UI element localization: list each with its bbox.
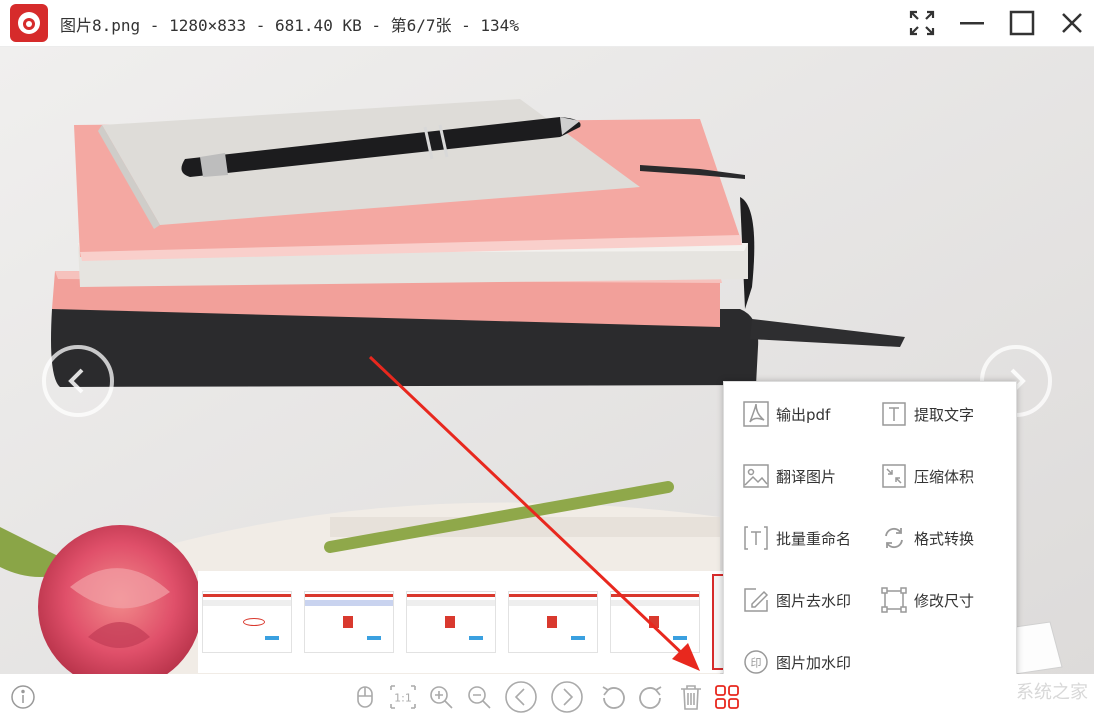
- format-convert-icon: [885, 527, 903, 549]
- menu-item-label: 修改尺寸: [914, 591, 975, 610]
- more-tools-icon: [715, 685, 739, 709]
- add-watermark-icon: 印: [744, 650, 768, 674]
- mouse-icon: [357, 686, 373, 708]
- app-logo: [10, 4, 48, 42]
- actual-size-icon: 1:1: [390, 685, 416, 709]
- close-icon: [1062, 13, 1082, 33]
- window-title: 图片8.png - 1280×833 - 681.40 KB - 第6/7张 -…: [60, 16, 519, 35]
- menu-item-resize[interactable]: 修改尺寸: [880, 584, 974, 616]
- bottom-toolbar: 1:1 系统之家: [0, 674, 1094, 721]
- menu-item-label: 提取文字: [914, 405, 975, 424]
- actual-size-button[interactable]: 1:1: [388, 682, 418, 712]
- menu-item-compress[interactable]: 压缩体积: [880, 460, 974, 492]
- thumbnail[interactable]: [202, 591, 292, 653]
- title-bar: 图片8.png - 1280×833 - 681.40 KB - 第6/7张 -…: [0, 0, 1094, 47]
- menu-item-label: 格式转换: [914, 529, 975, 548]
- batch-rename-icon: [744, 526, 768, 550]
- fullscreen-icon: [909, 10, 935, 36]
- zoom-out-icon: [468, 686, 491, 709]
- close-button[interactable]: [1055, 6, 1089, 40]
- more-tools-button[interactable]: [712, 682, 742, 712]
- previous-image-button[interactable]: [42, 345, 114, 417]
- menu-item-extract-text[interactable]: 提取文字: [880, 398, 974, 430]
- rotate-left-button[interactable]: [598, 682, 628, 712]
- info-icon[interactable]: [10, 684, 36, 710]
- menu-item-label: 图片去水印: [776, 591, 852, 610]
- pdf-icon: [743, 401, 769, 427]
- thumbnail[interactable]: [406, 591, 496, 653]
- prev-button[interactable]: [504, 680, 538, 714]
- menu-item-translate-image[interactable]: 翻译图片: [742, 460, 836, 492]
- menu-item-label: 图片加水印: [776, 653, 852, 672]
- maximize-icon: [1009, 10, 1035, 36]
- next-icon: [551, 681, 583, 713]
- mouse-mode-button[interactable]: [350, 682, 380, 712]
- menu-item-label: 翻译图片: [776, 467, 837, 486]
- more-tools-menu: 输出pdf 提取文字 翻译图片 压缩体积 批量重命名 格式转换 图片去水印 修改…: [723, 381, 1017, 699]
- menu-item-label: 批量重命名: [776, 529, 852, 548]
- minimize-button[interactable]: [955, 6, 989, 40]
- zoom-out-button[interactable]: [464, 682, 494, 712]
- thumbnail[interactable]: [610, 591, 700, 653]
- zoom-in-button[interactable]: [426, 682, 456, 712]
- thumbnail[interactable]: [508, 591, 598, 653]
- rotate-right-button[interactable]: [636, 682, 666, 712]
- compress-icon: [882, 464, 906, 488]
- menu-item-label: 压缩体积: [914, 467, 975, 486]
- menu-item-format-convert[interactable]: 格式转换: [880, 522, 974, 554]
- maximize-button[interactable]: [1005, 6, 1039, 40]
- remove-watermark-icon: [744, 588, 769, 612]
- rotate-right-icon: [639, 686, 662, 709]
- thumbnail-strip: [198, 571, 724, 673]
- text-extract-icon: [882, 402, 906, 426]
- resize-icon: [881, 587, 907, 613]
- rotate-left-icon: [602, 686, 625, 709]
- menu-item-label: 输出pdf: [776, 405, 831, 424]
- thumbnail[interactable]: [304, 591, 394, 653]
- svg-text:印: 印: [751, 657, 762, 670]
- minimize-icon: [960, 22, 984, 25]
- svg-text:1:1: 1:1: [394, 692, 412, 705]
- prev-icon: [505, 681, 537, 713]
- fullscreen-button[interactable]: [905, 6, 939, 40]
- site-watermark: 系统之家: [1016, 682, 1088, 703]
- zoom-in-icon: [430, 686, 453, 709]
- menu-item-batch-rename[interactable]: 批量重命名: [742, 522, 851, 554]
- chevron-left-icon: [68, 368, 84, 394]
- image-translate-icon: [743, 464, 769, 488]
- menu-item-remove-watermark[interactable]: 图片去水印: [742, 584, 851, 616]
- menu-item-export-pdf[interactable]: 输出pdf: [742, 398, 830, 430]
- next-button[interactable]: [550, 680, 584, 714]
- delete-icon: [681, 685, 701, 710]
- delete-button[interactable]: [676, 682, 706, 712]
